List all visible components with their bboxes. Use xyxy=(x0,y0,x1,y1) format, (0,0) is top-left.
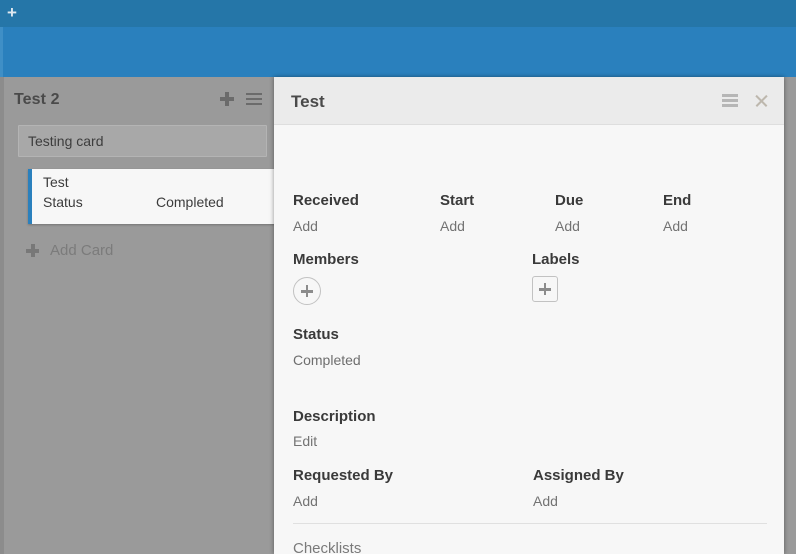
end-label: End xyxy=(663,192,691,209)
board-list-test-2: Test 2 Test Status Completed Add Card xyxy=(0,77,274,554)
card-title: Test xyxy=(43,174,69,190)
add-card-button[interactable]: Add Card xyxy=(26,242,113,259)
add-board-icon[interactable]: + xyxy=(4,5,20,21)
due-label: Due xyxy=(555,192,583,209)
app-root: + Test 2 Test Status Completed Add Card xyxy=(0,0,796,554)
status-value: Completed xyxy=(293,352,361,368)
checklists-label: Checklists xyxy=(293,540,361,554)
add-card-label: Add Card xyxy=(50,242,113,259)
add-label-button[interactable] xyxy=(532,276,558,302)
list-menu-icon[interactable] xyxy=(246,93,262,106)
section-divider xyxy=(293,523,767,524)
start-label: Start xyxy=(440,192,474,209)
received-add-link[interactable]: Add xyxy=(293,218,318,234)
list-header: Test 2 xyxy=(4,77,274,125)
panel-body: Received Add Start Add Due Add End Add M… xyxy=(274,125,784,553)
requested-by-add-link[interactable]: Add xyxy=(293,493,318,509)
assigned-by-add-link[interactable]: Add xyxy=(533,493,558,509)
description-edit-link[interactable]: Edit xyxy=(293,433,317,449)
panel-title: Test xyxy=(291,92,325,112)
requested-by-label: Requested By xyxy=(293,467,393,484)
add-card-icon[interactable] xyxy=(220,92,234,106)
close-icon[interactable] xyxy=(754,93,769,108)
description-label: Description xyxy=(293,408,376,425)
panel-header: Test xyxy=(274,77,784,125)
board-header-bar xyxy=(0,27,796,77)
panel-menu-icon[interactable] xyxy=(722,94,738,107)
card-field-label: Status xyxy=(43,194,83,210)
status-label: Status xyxy=(293,326,339,343)
list-title: Test 2 xyxy=(14,91,60,109)
card-search-input[interactable] xyxy=(18,125,267,157)
card-field-value: Completed xyxy=(156,194,224,210)
received-label: Received xyxy=(293,192,359,209)
labels-label: Labels xyxy=(532,251,580,268)
board-list-partial-right[interactable] xyxy=(784,77,796,554)
list-header-actions xyxy=(220,92,262,106)
panel-header-actions xyxy=(722,93,769,108)
card-item[interactable]: Test Status Completed xyxy=(28,169,280,224)
end-add-link[interactable]: Add xyxy=(663,218,688,234)
board-header-accent xyxy=(0,27,3,77)
card-detail-panel: Test Received Add Start Add Due Add End … xyxy=(274,77,784,554)
members-label: Members xyxy=(293,251,359,268)
start-add-link[interactable]: Add xyxy=(440,218,465,234)
add-member-button[interactable] xyxy=(293,277,321,305)
assigned-by-label: Assigned By xyxy=(533,467,624,484)
top-navbar: + xyxy=(0,0,796,27)
due-add-link[interactable]: Add xyxy=(555,218,580,234)
plus-icon xyxy=(26,244,39,257)
